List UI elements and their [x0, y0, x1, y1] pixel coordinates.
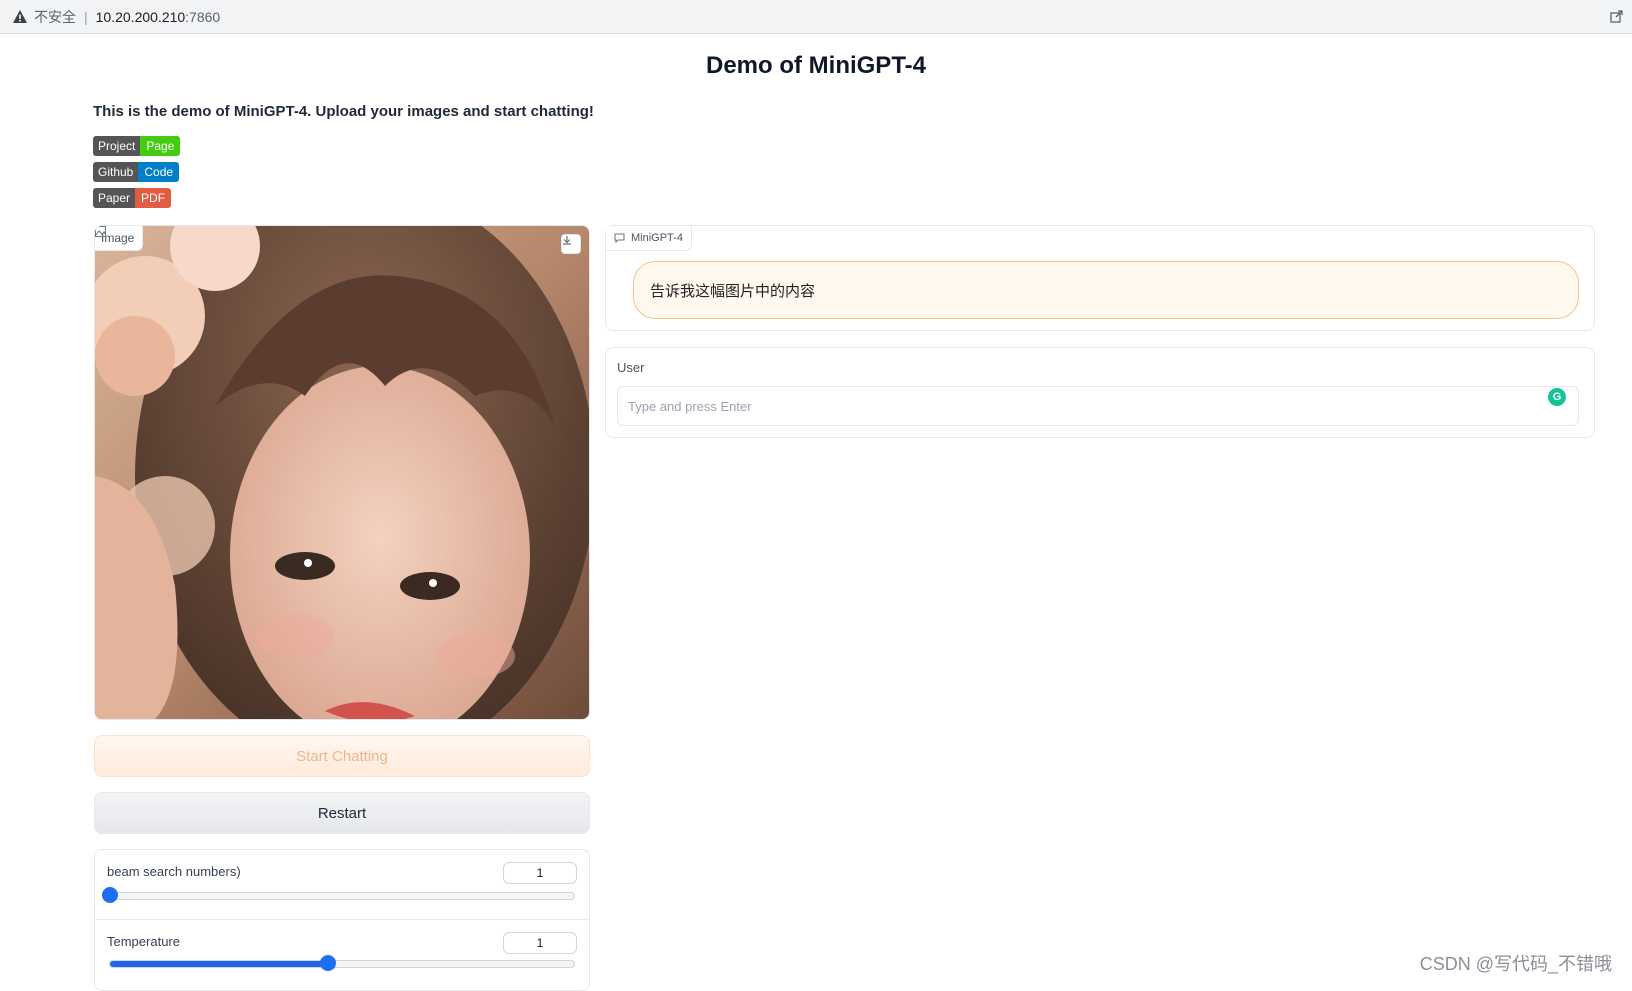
temperature-label: Temperature [107, 934, 180, 949]
settings-panel: beam search numbers) 1 Temperature 1 [94, 849, 590, 991]
beam-search-slider-row: beam search numbers) 1 [95, 850, 589, 918]
message-text: 告诉我这幅图片中的内容 [650, 282, 816, 300]
warning-icon [13, 9, 27, 23]
share-icon[interactable] [1610, 9, 1624, 23]
beam-search-label: beam search numbers) [107, 864, 241, 879]
image-label-tab: Image [95, 226, 144, 251]
badge-label: Paper [93, 188, 136, 208]
temperature-slider[interactable] [109, 955, 575, 971]
grammarly-icon[interactable]: G [1548, 388, 1566, 406]
user-textbox[interactable] [617, 386, 1579, 426]
image-icon [95, 226, 106, 237]
badge-value: Code [138, 162, 180, 182]
watermark: CSDN @写代码_不错哦 [1419, 954, 1612, 974]
paper-pdf-badge[interactable]: Paper PDF [93, 188, 172, 208]
beam-search-number-input[interactable]: 1 [503, 862, 577, 884]
temperature-number-input[interactable]: 1 [503, 932, 577, 954]
portrait-photo [95, 226, 589, 719]
user-message-bubble: 告诉我这幅图片中的内容 [633, 261, 1579, 319]
download-icon [563, 236, 571, 245]
user-label: User [617, 360, 645, 375]
slider-fill [110, 961, 329, 967]
beam-search-slider[interactable] [102, 887, 575, 903]
chatbot-label-tab: MiniGPT-4 [606, 226, 692, 251]
url-host: 10.20.200.210 [95, 8, 186, 25]
github-code-badge[interactable]: Github Code [93, 162, 180, 182]
badge-value: Page [140, 136, 181, 156]
project-page-badge[interactable]: Project Page [93, 136, 181, 156]
url-port: :7860 [185, 8, 221, 25]
address-separator: | [84, 8, 88, 25]
chat-icon [614, 233, 625, 243]
download-button[interactable] [561, 234, 581, 254]
slider-thumb[interactable] [320, 955, 337, 971]
chatbot-panel: MiniGPT-4 告诉我这幅图片中的内容 [605, 225, 1595, 331]
chatbot-label-text: MiniGPT-4 [631, 232, 683, 244]
restart-button[interactable]: Restart [94, 792, 590, 834]
temperature-slider-row: Temperature 1 [95, 919, 589, 988]
image-upload-panel[interactable]: Image [94, 225, 590, 720]
badge-label: Project [93, 136, 141, 156]
badge-value: PDF [135, 188, 172, 208]
page-title: Demo of MiniGPT-4 [705, 52, 926, 79]
badge-label: Github [93, 162, 139, 182]
start-chatting-button[interactable]: Start Chatting [94, 735, 590, 777]
browser-address-bar[interactable]: 不安全 | 10.20.200.210:7860 [0, 0, 1632, 34]
page-description: This is the demo of MiniGPT-4. Upload yo… [93, 103, 594, 120]
insecure-label: 不安全 [34, 8, 76, 25]
slider-thumb[interactable] [102, 887, 118, 903]
image-label-text: Image [101, 231, 135, 245]
user-input-panel: User G [605, 347, 1595, 438]
